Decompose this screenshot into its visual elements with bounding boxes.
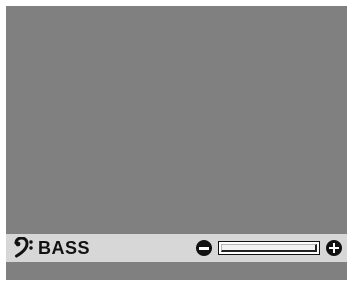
- bass-decrease-button[interactable]: [196, 240, 212, 256]
- slider-trough: [221, 244, 317, 252]
- bass-label: BASS: [38, 238, 91, 258]
- bass-osd-bar: BASS: [6, 234, 347, 262]
- bass-clef-icon: [14, 237, 33, 258]
- bass-increase-button[interactable]: [326, 240, 342, 256]
- tv-screen: BASS: [6, 6, 347, 280]
- bass-level-slider[interactable]: [218, 241, 320, 255]
